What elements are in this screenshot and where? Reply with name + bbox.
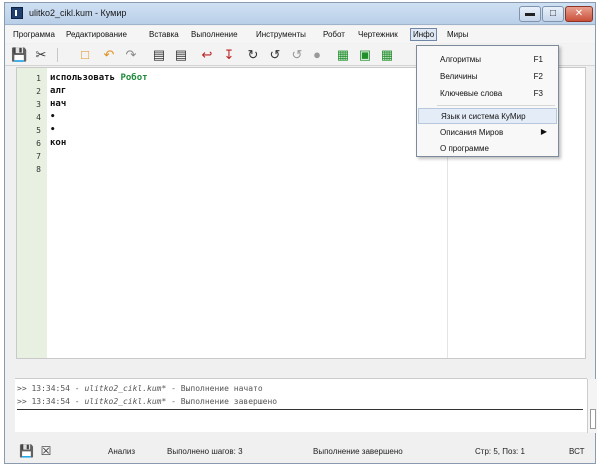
menu-item-variables[interactable]: Величины F2 [418,69,557,85]
draw-green-icon[interactable]: ▦ [379,47,395,63]
menu-item-label: Язык и система КуМир [441,112,526,121]
code-line[interactable]: • [50,125,55,135]
line-number: 6 [36,139,41,148]
line-number-gutter: 1 2 3 4 5 6 7 8 [17,68,47,358]
app-window: ulitko2_cikl.kum - Кумир ▬ □ ✕ Программа… [4,2,597,464]
run-icon[interactable]: ↺ [267,47,283,63]
console-line: >> 13:34:54 - ulitko2_cikl.kum* - Выполн… [17,397,278,406]
code-keyword: нач [50,99,67,109]
menu-item-world-descriptions[interactable]: Описания Миров ▶ [418,125,557,141]
robot-window-icon[interactable]: ▦ [335,47,351,63]
menu-item-algorithms[interactable]: Алгоритмы F1 [418,52,557,68]
menu-tools[interactable]: Инструменты [254,28,308,41]
code-line[interactable]: использовать Робот [50,73,148,83]
redo-icon[interactable]: ↷ [123,47,139,63]
menu-worlds[interactable]: Миры [445,28,470,41]
code-line[interactable]: • [50,112,55,122]
code-bullet: • [50,112,56,122]
menu-info[interactable]: Инфо [410,28,438,41]
console-scrollbar[interactable] [587,379,597,433]
save-status-icon[interactable]: 💾 [19,445,34,458]
step-over-icon[interactable]: ↩ [199,47,215,63]
line-number: 2 [36,87,41,96]
line-number: 3 [36,100,41,109]
indent-icon[interactable]: ▤ [173,47,189,63]
outdent-icon[interactable]: ▤ [151,47,167,63]
cut-icon[interactable]: ✂ [33,47,49,63]
robot-green-icon[interactable]: ▣ [357,47,373,63]
save-icon[interactable]: 💾 [11,47,27,63]
output-console[interactable]: >> 13:34:54 - ulitko2_cikl.kum* - Выполн… [15,378,597,433]
menu-item-shortcut: F1 [533,55,543,64]
menu-divider [437,105,555,106]
console-line: >> 13:34:54 - ulitko2_cikl.kum* - Выполн… [17,384,263,393]
status-bar: 💾 ☒ Анализ Выполнено шагов: 3 Выполнение… [5,441,595,463]
status-position: Стр: 5, Поз: 1 [475,447,525,456]
menu-program[interactable]: Программа [11,28,57,41]
code-keyword: использовать [50,73,121,83]
undo-icon[interactable]: ↶ [101,47,117,63]
line-number: 8 [36,165,41,174]
menu-item-label: О программе [440,144,489,153]
menu-bar: Программа Редактирование Вставка Выполне… [5,26,595,43]
code-line[interactable]: алг [50,86,66,96]
menu-item-keywords[interactable]: Ключевые слова F3 [418,86,557,102]
scrollbar-thumb[interactable] [590,409,596,429]
kumir-app-icon [11,7,23,19]
code-module-name: Робот [120,73,148,83]
code-keyword: кон [50,138,67,148]
code-bullet: • [50,125,56,135]
console-divider [17,409,583,410]
line-number: 4 [36,113,41,122]
maximize-button[interactable]: □ [542,6,564,22]
paste-icon[interactable]: □ [77,47,93,63]
code-line[interactable]: нач [50,99,66,109]
menu-run[interactable]: Выполнение [189,28,240,41]
line-number: 5 [36,126,41,135]
code-keyword: алг [50,86,67,96]
menu-item-label: Ключевые слова [440,89,503,98]
submenu-arrow-icon: ▶ [540,127,547,136]
status-mode: Анализ [108,447,136,456]
menu-robot[interactable]: Робот [321,28,347,41]
step-into-icon[interactable]: ↧ [221,47,237,63]
close-button[interactable]: ✕ [565,6,593,22]
menu-item-about[interactable]: О программе [418,141,557,157]
menu-drawer[interactable]: Чертежник [356,28,400,41]
code-line[interactable]: кон [50,138,66,148]
menu-edit[interactable]: Редактирование [64,28,129,41]
menu-item-label: Алгоритмы [440,55,482,64]
window-title: ulitko2_cikl.kum - Кумир [29,8,127,18]
menu-item-label: Описания Миров [440,128,504,137]
close-file-icon[interactable]: ☒ [39,445,53,458]
step-out-icon[interactable]: ↻ [245,47,261,63]
menu-item-label: Величины [440,72,478,81]
line-number: 7 [36,152,41,161]
menu-item-language-system[interactable]: Язык и система КуМир [418,108,557,124]
minimize-button[interactable]: ▬ [519,6,541,22]
info-dropdown-menu: Алгоритмы F1 Величины F2 Ключевые слова … [416,45,559,157]
menu-item-shortcut: F3 [533,89,543,98]
menu-insert[interactable]: Вставка [147,28,181,41]
title-bar: ulitko2_cikl.kum - Кумир ▬ □ ✕ [5,3,595,25]
menu-item-shortcut: F2 [533,72,543,81]
run-step-icon[interactable]: ↺ [289,47,305,63]
line-number: 1 [36,74,41,83]
stop-icon[interactable]: ● [309,47,325,63]
status-insert-mode: ВСТ [569,447,585,456]
status-steps: Выполнено шагов: 3 [167,447,243,456]
status-state: Выполнение завершено [313,447,403,456]
toolbar-separator [57,48,58,62]
